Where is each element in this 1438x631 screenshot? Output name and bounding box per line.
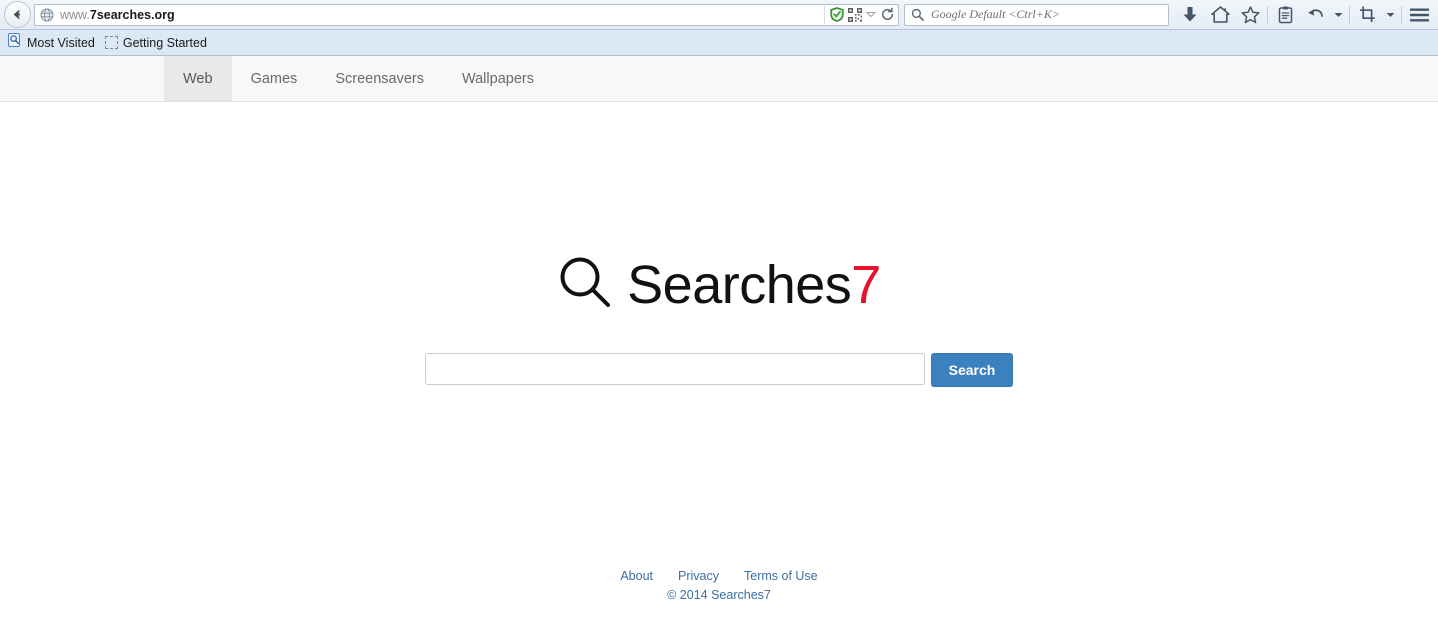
magnifier-icon bbox=[557, 254, 613, 315]
browser-chrome: www.7searches.org Google Default <Ctrl+K… bbox=[0, 0, 1438, 56]
url-bar[interactable]: www.7searches.org bbox=[34, 3, 899, 26]
tab-label: Wallpapers bbox=[461, 70, 534, 87]
back-button[interactable] bbox=[4, 1, 31, 28]
footer-links: About Privacy Terms of Use bbox=[0, 569, 1438, 583]
logo-accent: 7 bbox=[851, 254, 881, 315]
tab-label: Games bbox=[250, 70, 298, 87]
browser-search-bar[interactable]: Google Default <Ctrl+K> bbox=[904, 3, 1169, 26]
bookmark-getting-started[interactable]: Getting Started bbox=[101, 34, 213, 52]
url-prefix: www. bbox=[60, 7, 90, 22]
crop-icon[interactable] bbox=[1352, 2, 1382, 28]
reload-icon[interactable] bbox=[880, 7, 895, 22]
logo-text: Searches7 bbox=[627, 258, 881, 312]
bookmark-label: Most Visited bbox=[27, 35, 95, 50]
main-content: Searches7 Search bbox=[0, 254, 1438, 387]
globe-icon bbox=[40, 8, 54, 22]
bookmark-star-icon[interactable] bbox=[1235, 2, 1265, 28]
toolbar-divider bbox=[1267, 5, 1268, 24]
tab-label: Screensavers bbox=[335, 70, 424, 87]
toolbar-icon-group bbox=[1175, 2, 1434, 28]
placeholder-icon bbox=[104, 36, 118, 49]
footer-link-privacy[interactable]: Privacy bbox=[678, 569, 719, 583]
url-text: www.7searches.org bbox=[60, 5, 824, 25]
search-icon bbox=[911, 8, 924, 21]
reader-icon[interactable] bbox=[1270, 2, 1300, 28]
url-domain: 7searches.org bbox=[89, 7, 175, 22]
downloads-icon[interactable] bbox=[1175, 2, 1205, 28]
toolbar-divider bbox=[1349, 5, 1350, 24]
tab-screensavers[interactable]: Screensavers bbox=[316, 56, 443, 101]
search-button[interactable]: Search bbox=[930, 353, 1014, 387]
search-input[interactable] bbox=[424, 353, 925, 385]
chevron-down-icon[interactable] bbox=[1330, 2, 1347, 28]
navigation-toolbar: www.7searches.org Google Default <Ctrl+K… bbox=[0, 0, 1438, 30]
undo-icon[interactable] bbox=[1300, 2, 1330, 28]
logo-name: Searches bbox=[627, 254, 852, 315]
bookmarks-bar: Most Visited Getting Started bbox=[0, 30, 1438, 56]
browser-search-input[interactable]: Google Default <Ctrl+K> bbox=[931, 7, 1060, 22]
search-form: Search bbox=[0, 353, 1438, 387]
site-navigation: Web Games Screensavers Wallpapers bbox=[0, 56, 1438, 102]
tab-label: Web bbox=[183, 70, 213, 87]
chevron-down-icon[interactable] bbox=[1382, 2, 1399, 28]
footer-link-terms[interactable]: Terms of Use bbox=[744, 569, 818, 583]
bookmark-most-visited[interactable]: Most Visited bbox=[4, 31, 101, 54]
home-icon[interactable] bbox=[1205, 2, 1235, 28]
tab-games[interactable]: Games bbox=[232, 56, 317, 101]
footer-link-about[interactable]: About bbox=[620, 569, 653, 583]
urlbar-actions bbox=[824, 5, 895, 24]
toolbar-divider bbox=[1401, 5, 1402, 24]
tab-web[interactable]: Web bbox=[164, 56, 232, 101]
page-content: Web Games Screensavers Wallpapers Search… bbox=[0, 56, 1438, 629]
shield-icon[interactable] bbox=[830, 7, 844, 22]
most-visited-icon bbox=[8, 33, 22, 52]
menu-icon[interactable] bbox=[1404, 2, 1434, 28]
qr-code-icon[interactable] bbox=[848, 7, 862, 22]
site-logo: Searches7 bbox=[0, 254, 1438, 315]
page-footer: About Privacy Terms of Use © 2014 Search… bbox=[0, 569, 1438, 602]
tab-wallpapers[interactable]: Wallpapers bbox=[443, 56, 553, 101]
bookmark-label: Getting Started bbox=[122, 35, 207, 50]
chevron-down-icon[interactable] bbox=[866, 11, 876, 18]
copyright-text: © 2014 Searches7 bbox=[667, 588, 771, 602]
